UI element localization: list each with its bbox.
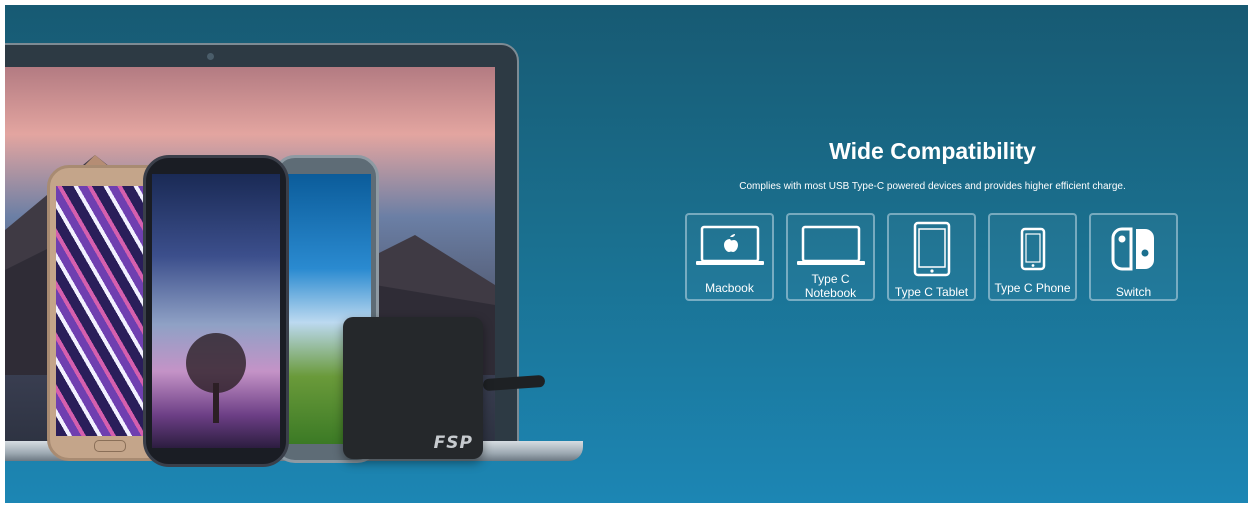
section-subtitle: Complies with most USB Type-C powered de… [739, 181, 1126, 192]
section-title: Wide Compatibility [829, 138, 1036, 164]
device-label-tablet: Type C Tablet [894, 285, 969, 299]
device-cards: Macbook Type C Notebook Type C Tablet Ty… [685, 213, 1180, 305]
phone-black [143, 155, 289, 467]
device-label-switch: Switch [1115, 285, 1152, 299]
tablet-icon [889, 221, 974, 277]
phone-icon [990, 223, 1075, 273]
laptop-apple-icon [687, 223, 772, 273]
device-label-notebook: Type C Notebook [788, 272, 873, 300]
device-label-macbook: Macbook [705, 281, 754, 295]
device-card-notebook[interactable]: Type C Notebook [786, 213, 875, 301]
device-label-phone: Type C Phone [994, 281, 1071, 295]
device-card-phone[interactable]: Type C Phone [988, 213, 1077, 301]
fsp-charger: FSP [343, 317, 483, 459]
device-label-notebook-line1: Type C [811, 272, 850, 286]
device-card-tablet[interactable]: Type C Tablet [887, 213, 976, 301]
device-card-macbook[interactable]: Macbook [685, 213, 774, 301]
device-card-switch[interactable]: Switch [1089, 213, 1178, 301]
switch-console-icon [1091, 223, 1176, 273]
laptop-icon [788, 223, 873, 273]
device-label-notebook-line2: Notebook [804, 286, 857, 300]
compatibility-banner: FSP Wide Compatibility Complies with mos… [5, 5, 1248, 503]
product-scene: FSP [5, 5, 605, 503]
laptop-camera [207, 53, 214, 60]
fsp-logo: FSP [433, 433, 473, 453]
